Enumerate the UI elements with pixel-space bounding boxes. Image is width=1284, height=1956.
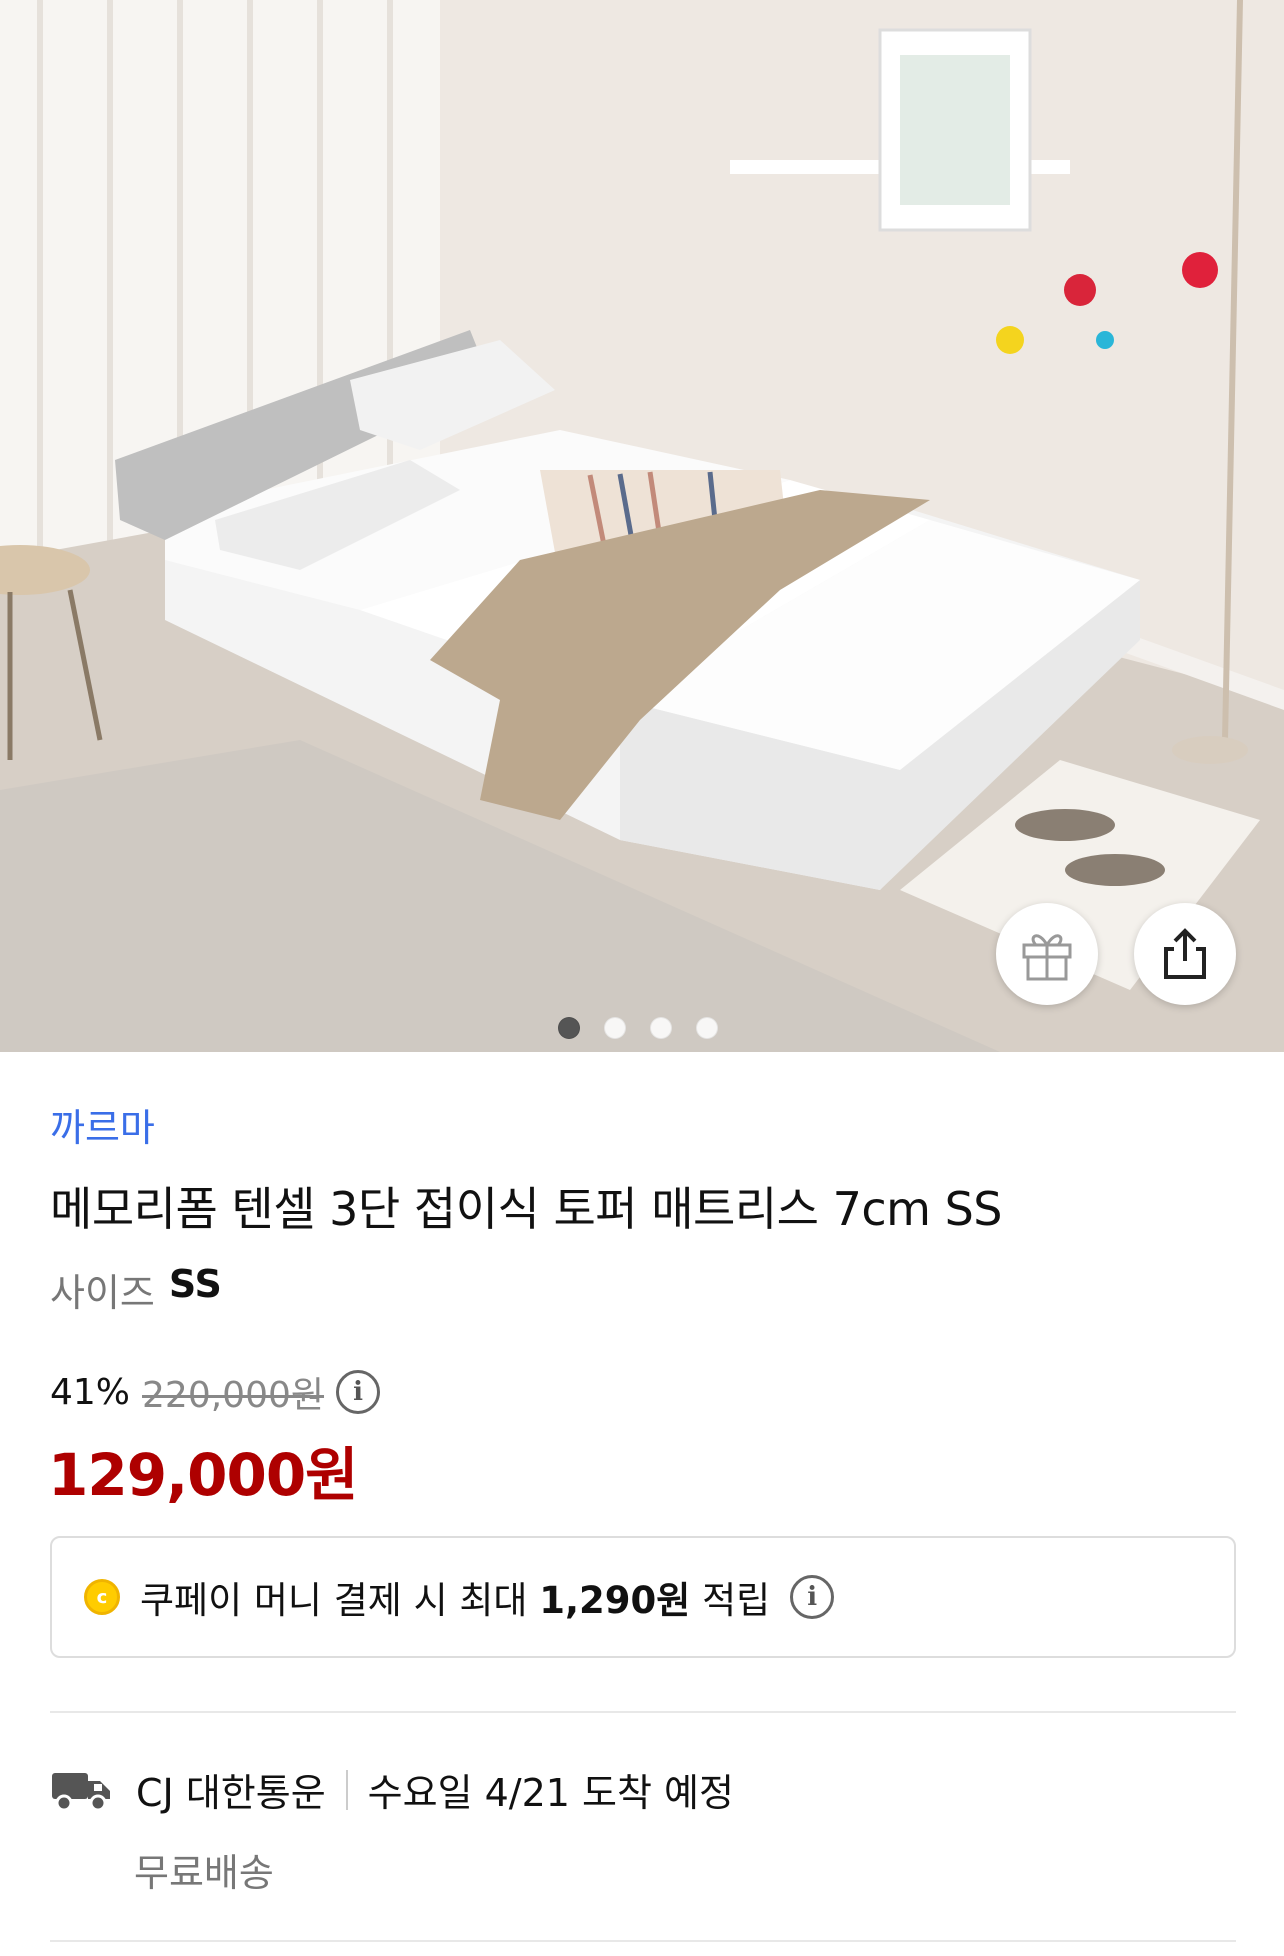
original-price: 220,000원	[142, 1375, 325, 1416]
coupay-reward-banner[interactable]: c 쿠페이 머니 결제 시 최대 1,290원 적립 i	[50, 1536, 1236, 1658]
gallery-dot[interactable]	[696, 1017, 718, 1039]
coupay-text-before: 쿠페이 머니 결제 시 최대	[140, 1579, 528, 1622]
discount-row: 41% 220,000원 i	[50, 1366, 381, 1418]
coupay-text: 쿠페이 머니 결제 시 최대 1,290원 적립	[140, 1570, 770, 1624]
share-icon	[1164, 928, 1206, 979]
info-icon[interactable]: i	[336, 1370, 381, 1414]
coupay-amount: 1,290원	[539, 1579, 691, 1622]
shipping-fee: 무료배송	[134, 1851, 274, 1895]
product-image-gallery[interactable]	[0, 0, 1284, 1052]
option-label: 사이즈	[50, 1271, 155, 1315]
gift-icon	[1022, 934, 1072, 981]
info-icon[interactable]: i	[790, 1575, 835, 1619]
brand-link[interactable]: 까르마	[50, 1097, 155, 1152]
gallery-dot[interactable]	[558, 1017, 580, 1039]
gallery-dot[interactable]	[650, 1017, 672, 1039]
sale-price: 129,000원	[48, 1441, 359, 1509]
carrier-name: CJ 대한통운	[136, 1771, 326, 1815]
gallery-dot[interactable]	[604, 1017, 626, 1039]
option-value: SS	[168, 1262, 222, 1306]
truck-icon	[52, 1772, 110, 1811]
selected-option: 사이즈 SS	[50, 1262, 222, 1317]
product-title: 메모리폼 텐셀 3단 접이식 토퍼 매트리스 7cm SS	[50, 1182, 1003, 1236]
gallery-pagination	[558, 1017, 718, 1039]
coupay-text-after: 적립	[702, 1579, 771, 1622]
delivery-eta: 수요일 4/21 도착 예정	[367, 1771, 734, 1815]
section-divider	[50, 1940, 1236, 1942]
coin-icon: c	[84, 1579, 120, 1615]
delivery-info: CJ 대한통운 수요일 4/21 도착 예정	[50, 1762, 734, 1817]
gift-button[interactable]	[996, 903, 1098, 1005]
share-button[interactable]	[1134, 903, 1236, 1005]
product-photo	[0, 0, 1284, 1052]
discount-rate: 41%	[50, 1371, 131, 1413]
section-divider	[50, 1711, 1236, 1713]
delivery-separator	[345, 1769, 348, 1810]
product-detail-page: 까르마 메모리폼 텐셀 3단 접이식 토퍼 매트리스 7cm SS 사이즈 SS…	[0, 0, 1284, 1956]
